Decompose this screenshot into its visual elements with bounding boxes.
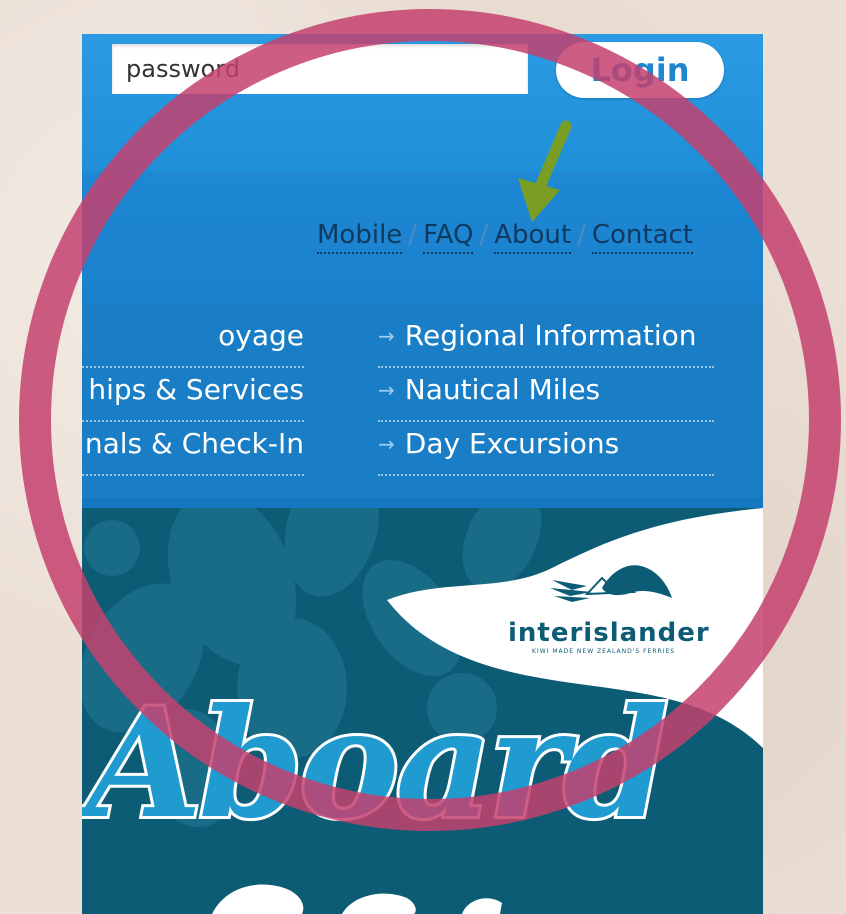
menu-item-nautical-miles[interactable]: → Nautical Miles: [378, 370, 714, 422]
arrow-right-icon: →: [378, 324, 395, 348]
menu-item-label: hips & Services: [88, 373, 304, 406]
menu-item-ships-services[interactable]: hips & Services: [82, 370, 304, 422]
menu-item-terminals-checkin[interactable]: nals & Check-In: [82, 424, 304, 476]
menu-item-label: nals & Check-In: [84, 427, 304, 460]
menu-column-left: oyage hips & Services nals & Check-In: [82, 316, 304, 478]
main-menu: oyage hips & Services nals & Check-In → R…: [82, 302, 763, 498]
login-button[interactable]: Login: [556, 42, 724, 98]
nav-separator: /: [479, 220, 489, 250]
nav-link-mobile[interactable]: Mobile: [317, 220, 403, 254]
password-input[interactable]: [112, 44, 528, 94]
nav-link-contact[interactable]: Contact: [591, 220, 693, 254]
menu-item-voyage[interactable]: oyage: [82, 316, 304, 368]
nav-link-faq[interactable]: FAQ: [423, 220, 474, 254]
menu-item-regional-information[interactable]: → Regional Information: [378, 316, 714, 368]
menu-divider: [82, 498, 763, 508]
login-bar: Login: [82, 34, 763, 172]
arrow-right-icon: →: [378, 432, 395, 456]
hero-banner: interislander KIWI MADE NEW ZEALAND'S FE…: [82, 508, 763, 914]
utility-nav: Mobile / FAQ / About / Contact: [317, 220, 693, 254]
nav-separator: /: [577, 220, 586, 250]
menu-column-right: → Regional Information → Nautical Miles → D…: [378, 316, 714, 478]
utility-nav-area: Mobile / FAQ / About / Contact: [82, 172, 763, 302]
menu-item-label: Nautical Miles: [404, 373, 601, 406]
menu-item-label: Day Excursions: [404, 427, 620, 460]
menu-item-label: oyage: [218, 319, 304, 352]
nav-link-about[interactable]: About: [494, 220, 572, 254]
menu-item-label: Regional Information: [404, 319, 697, 352]
arrow-right-icon: →: [378, 378, 395, 402]
banner-lower-script: [212, 884, 502, 914]
nav-separator: /: [408, 220, 418, 250]
website-viewport: Login Mobile / FAQ / About / Contact oyage hip…: [82, 34, 763, 914]
menu-item-day-excursions[interactable]: → Day Excursions: [378, 424, 714, 476]
